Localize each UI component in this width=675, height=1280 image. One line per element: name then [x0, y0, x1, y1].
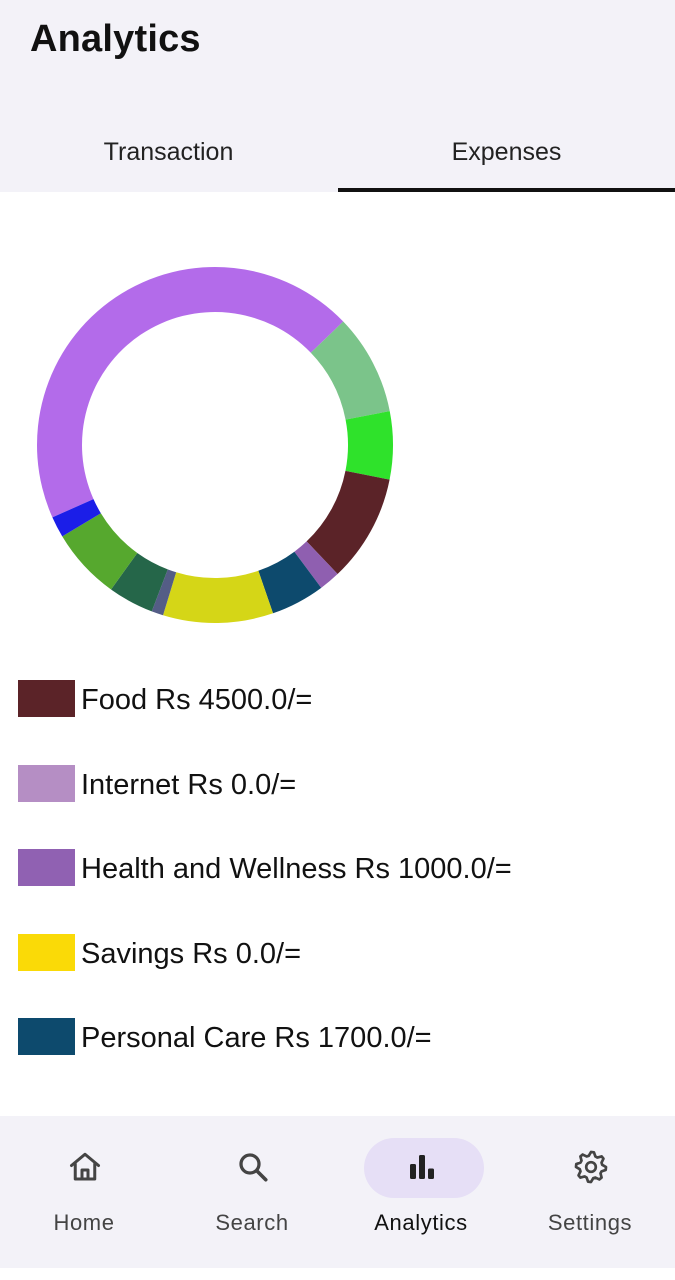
expenses-donut-chart — [37, 267, 393, 623]
legend-item: Personal Care Rs 1700.0/= — [18, 1014, 658, 1099]
search-icon — [239, 1153, 268, 1182]
nav-label: Home — [53, 1210, 115, 1235]
legend-swatch — [18, 1018, 75, 1055]
tab-expenses[interactable]: Expenses — [338, 112, 675, 192]
legend-label: Internet Rs 0.0/= — [81, 768, 297, 801]
nav-label: Analytics — [374, 1210, 468, 1235]
legend-label: Personal Care Rs 1700.0/= — [81, 1022, 432, 1054]
nav-analytics[interactable]: Analytics — [337, 1116, 505, 1268]
nav-label: Settings — [547, 1210, 633, 1235]
nav-search[interactable]: Search — [168, 1116, 336, 1268]
tab-bar: Transaction Expenses — [0, 112, 675, 192]
legend-swatch — [18, 849, 75, 886]
legend-swatch — [18, 680, 75, 717]
pie-slice — [163, 570, 274, 623]
nav-settings[interactable]: Settings — [506, 1116, 674, 1268]
legend-label: Food Rs 4500.0/= — [81, 684, 313, 716]
nav-label: Search — [215, 1210, 289, 1235]
legend-swatch — [18, 764, 75, 802]
legend-item: Health and Wellness Rs 1000.0/= — [18, 845, 658, 930]
gear-icon — [574, 1150, 608, 1184]
nav-home[interactable]: Home — [0, 1116, 168, 1268]
legend-swatch — [18, 933, 75, 971]
page-title: Analytics — [30, 18, 201, 60]
bottom-navigation-bar: Home Search Analytics Settings — [0, 1116, 675, 1268]
bar-chart-icon — [410, 1155, 434, 1179]
tab-transaction[interactable]: Transaction — [0, 112, 337, 192]
legend-label: Savings Rs 0.0/= — [81, 937, 302, 970]
system-gesture-area — [0, 1268, 675, 1280]
tab-label: Transaction — [103, 137, 234, 166]
legend-item: Food Rs 4500.0/= — [18, 676, 658, 761]
top-app-bar: Analytics Transaction Expenses — [0, 0, 675, 192]
home-icon — [70, 1152, 100, 1181]
legend-label: Health and Wellness Rs 1000.0/= — [81, 853, 512, 885]
chart-legend: Food Rs 4500.0/= Internet Rs 0.0/= Healt… — [18, 676, 658, 1099]
legend-item: Savings Rs 0.0/= — [18, 930, 658, 1015]
legend-item: Internet Rs 0.0/= — [18, 761, 658, 846]
pie-slice — [345, 411, 393, 480]
active-tab-indicator — [338, 188, 675, 192]
pie-slice — [37, 267, 344, 518]
tab-label: Expenses — [451, 137, 562, 166]
